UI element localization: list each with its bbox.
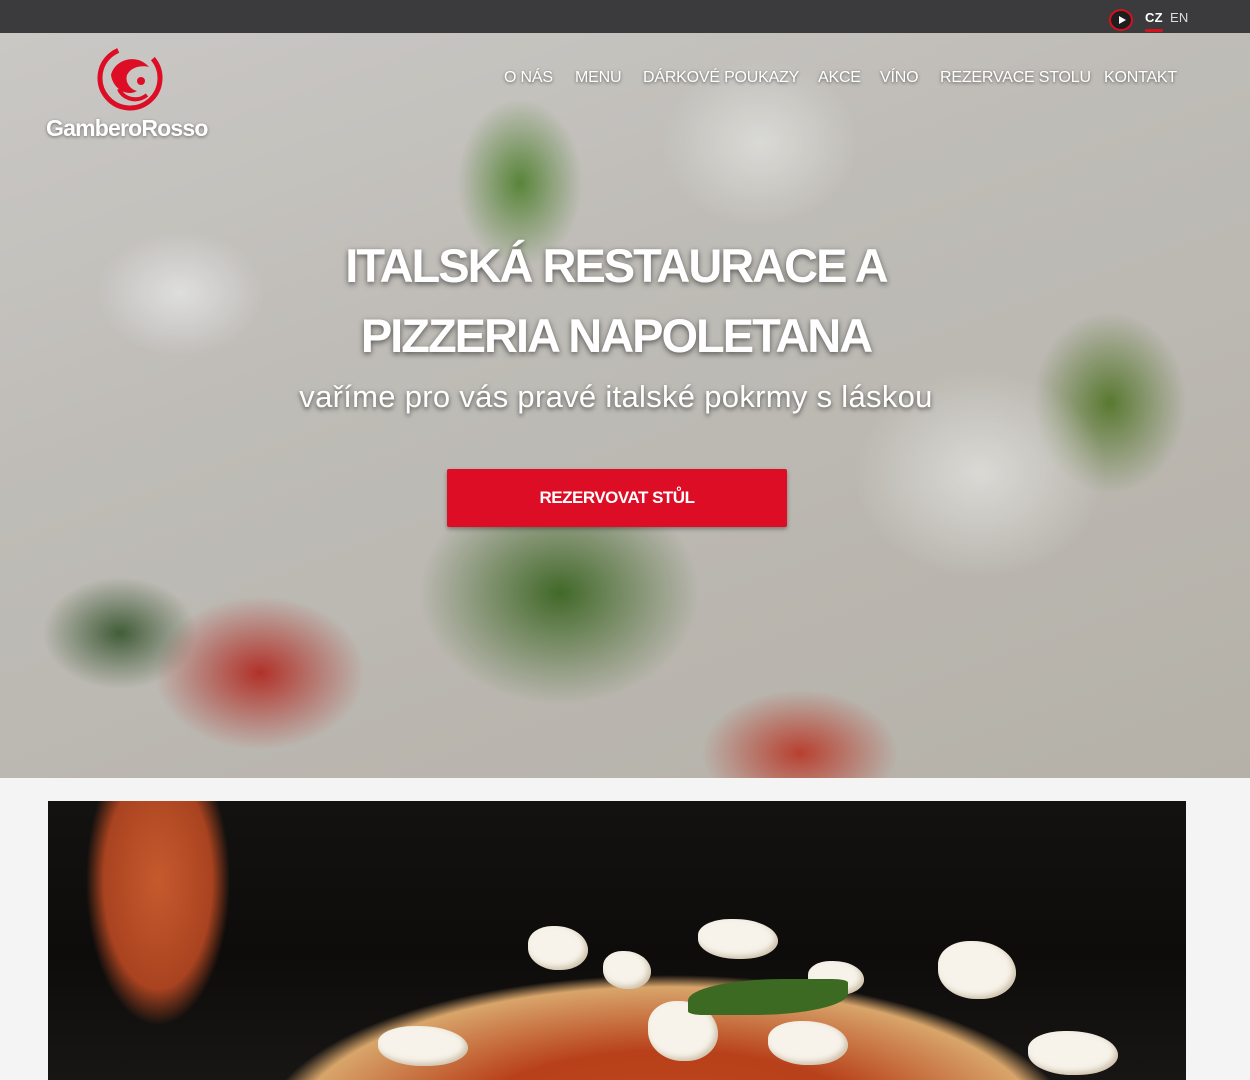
hero-headline-line1: ITALSKÁ RESTAURACE A <box>345 239 888 292</box>
nav-akce[interactable]: AKCE <box>818 69 861 87</box>
pizza-image <box>48 801 1186 1080</box>
cheese-piece <box>378 1026 468 1066</box>
nav-o-nas[interactable]: O NÁS <box>504 69 553 87</box>
cheese-piece <box>528 926 588 970</box>
hero-section: GamberoRosso O NÁS MENU DÁRKOVÉ POUKAZY … <box>0 33 1250 778</box>
cheese-piece <box>603 951 651 989</box>
reserve-table-button[interactable]: REZERVOVAT STŮL <box>447 469 787 527</box>
play-circle-icon[interactable] <box>1109 9 1133 31</box>
nav-vino[interactable]: VÍNO <box>880 69 919 87</box>
nav-darkove-poukazy[interactable]: DÁRKOVÉ POUKAZY <box>643 69 799 87</box>
basil-leaf <box>688 979 848 1015</box>
main-nav: O NÁS MENU DÁRKOVÉ POUKAZY AKCE VÍNO REZ… <box>0 69 1250 89</box>
cheese-piece <box>1028 1031 1118 1075</box>
logo[interactable]: GamberoRosso <box>46 45 216 145</box>
cheese-piece <box>698 919 778 959</box>
language-cz[interactable]: CZ <box>1145 10 1163 32</box>
cheese-piece <box>768 1021 848 1065</box>
hero-subheadline: vaříme pro vás pravé italské pokrmy s lá… <box>299 379 933 414</box>
nav-kontakt[interactable]: KONTAKT <box>1104 69 1177 87</box>
logo-text: GamberoRosso <box>46 115 208 141</box>
top-bar: CZ EN <box>0 0 1250 33</box>
nav-rezervace-stolu[interactable]: REZERVACE STOLU <box>940 69 1091 87</box>
language-en[interactable]: EN <box>1170 10 1188 25</box>
hero-headline: ITALSKÁ RESTAURACE A PIZZERIA NAPOLETANA <box>0 231 1232 371</box>
nav-menu[interactable]: MENU <box>575 69 622 87</box>
hero-headline-line2: PIZZERIA NAPOLETANA <box>360 309 873 362</box>
cheese-piece <box>938 941 1016 999</box>
